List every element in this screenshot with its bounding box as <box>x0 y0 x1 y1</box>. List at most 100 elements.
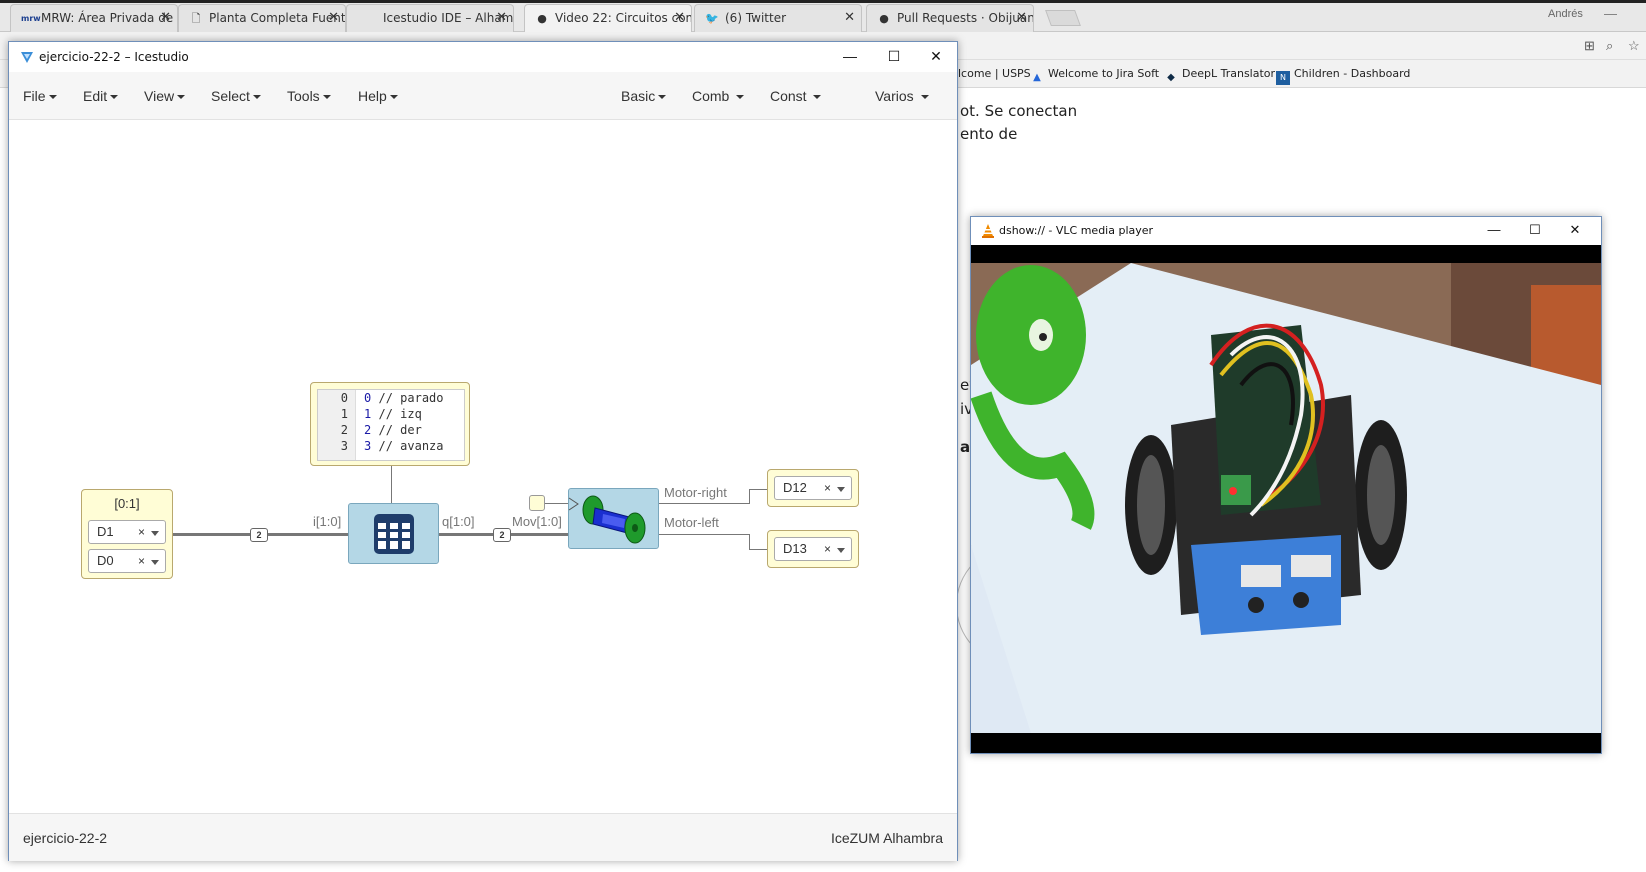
close-tab-icon[interactable]: ✕ <box>160 5 171 31</box>
memory-code-editor[interactable]: 0 0 // parado 1 1 // izq 2 2 // der 3 3 // a… <box>317 389 465 461</box>
code-value: 0 <box>364 391 372 405</box>
close-tab-icon[interactable]: ✕ <box>496 5 507 31</box>
bookmark-jira[interactable]: ▲ Welcome to Jira Soft <box>1030 67 1159 85</box>
port-label-i: i[1:0] <box>313 514 342 529</box>
close-tab-icon[interactable]: ✕ <box>674 5 685 31</box>
wire-motor-right[interactable] <box>659 503 749 504</box>
bookmark-deepl[interactable]: ◆ DeepL Translator <box>1164 67 1275 85</box>
close-tab-icon[interactable]: ✕ <box>328 5 339 31</box>
design-canvas[interactable]: 2 2 [0:1] D1 × D0 × 0 0 // parado 1 1 // i… <box>9 120 957 851</box>
memory-block[interactable]: 0 0 // parado 1 1 // izq 2 2 // der 3 3 // a… <box>310 382 470 466</box>
close-icon[interactable]: ✕ <box>913 42 959 72</box>
vlc-cone-icon <box>982 224 994 238</box>
translate-icon[interactable]: ⊞ <box>1584 38 1595 54</box>
browser-tab[interactable]: mrw MRW: Área Privada de Cl ✕ <box>10 4 178 32</box>
menu-select[interactable]: Select <box>211 88 261 104</box>
menu-file[interactable]: File <box>23 88 57 104</box>
star-icon[interactable]: ☆ <box>1628 38 1640 54</box>
pin-select-d0[interactable]: D0 × <box>88 549 166 573</box>
chevron-down-icon[interactable] <box>837 487 845 492</box>
pin-select-d13[interactable]: D13 × <box>774 537 852 561</box>
pin-label: D0 <box>97 553 114 568</box>
deepl-icon: ◆ <box>1167 72 1175 83</box>
profile-name[interactable]: Andrés <box>1548 8 1583 20</box>
menu-const[interactable]: Const <box>770 88 822 104</box>
menu-help[interactable]: Help <box>358 88 398 104</box>
bus-width-badge: 2 <box>250 528 268 542</box>
close-icon[interactable]: ✕ <box>1555 217 1595 245</box>
browser-tab[interactable]: 🗋 Planta Completa Fuente l ✕ <box>178 4 346 32</box>
bookmark-usps[interactable]: lcome | USPS <box>958 67 1031 80</box>
browser-tab[interactable]: ● Pull Requests · Obijuan/E ✕ <box>866 4 1034 32</box>
motor-block[interactable] <box>568 488 659 549</box>
wire-motor-left[interactable] <box>659 534 749 535</box>
wire-motor-left[interactable] <box>749 549 767 550</box>
wire-motor-left[interactable] <box>749 534 750 550</box>
table-block[interactable] <box>348 503 439 564</box>
menu-label: Const <box>770 88 807 104</box>
clear-icon[interactable]: × <box>824 538 831 560</box>
caret-down-icon <box>110 95 119 99</box>
minimize-icon[interactable]: — <box>1474 217 1514 245</box>
clock-triangle-icon <box>568 497 579 511</box>
window-title: dshow:// - VLC media player <box>999 224 1154 237</box>
pin-select-d12[interactable]: D12 × <box>774 476 852 500</box>
board-name[interactable]: IceZUM Alhambra <box>831 830 943 846</box>
chevron-down-icon[interactable] <box>151 531 159 536</box>
maximize-icon[interactable]: ☐ <box>1515 217 1555 245</box>
close-tab-icon[interactable]: ✕ <box>1016 5 1027 31</box>
memory-wire[interactable] <box>391 464 392 503</box>
pin-label: D12 <box>783 480 807 495</box>
close-tab-icon[interactable]: ✕ <box>844 5 855 31</box>
tab-label: Pull Requests · Obijuan/E <box>897 11 1034 25</box>
clear-icon[interactable]: × <box>824 477 831 499</box>
menu-view[interactable]: View <box>144 88 186 104</box>
vlc-window: dshow:// - VLC media player — ☐ ✕ <box>970 216 1602 754</box>
code-line: 3 3 // avanza <box>318 438 444 454</box>
minimize-icon[interactable]: — <box>1604 6 1617 21</box>
menu-varios[interactable]: Varios <box>875 88 929 104</box>
menu-label: Select <box>211 88 250 104</box>
wire-motor-right[interactable] <box>749 489 750 504</box>
port-label-motor-left: Motor-left <box>664 515 719 530</box>
line-number: 0 <box>340 391 348 405</box>
menu-basic[interactable]: Basic <box>621 88 667 104</box>
wire-motor-right[interactable] <box>749 489 767 490</box>
pin-label: D13 <box>783 541 807 556</box>
minimize-icon[interactable]: — <box>827 42 873 72</box>
maximize-icon[interactable]: ☐ <box>871 42 917 72</box>
icestudio-titlebar[interactable]: ejercicio-22-2 – Icestudio — ☐ ✕ <box>9 42 957 72</box>
menu-label: Varios <box>875 88 914 104</box>
robot-camera-feed <box>971 245 1601 753</box>
icestudio-logo-icon <box>21 52 33 63</box>
clear-icon[interactable]: × <box>138 550 145 572</box>
pin-select-d1[interactable]: D1 × <box>88 520 166 544</box>
caret-down-icon <box>658 95 667 99</box>
new-tab-button[interactable] <box>1045 10 1081 26</box>
output-block-d12[interactable]: D12 × <box>767 469 859 507</box>
chevron-down-icon[interactable] <box>837 548 845 553</box>
code-value: 2 <box>364 423 372 437</box>
chevron-down-icon[interactable] <box>151 560 159 565</box>
browser-tab[interactable]: 🐦 (6) Twitter ✕ <box>694 4 862 32</box>
menu-label: Basic <box>621 88 656 104</box>
browser-tab-active[interactable]: ● Video 22: Circuitos comb ✕ <box>524 4 692 32</box>
line-number: 1 <box>340 407 348 421</box>
output-block-d13[interactable]: D13 × <box>767 530 859 568</box>
bookmark-label: lcome | USPS <box>958 67 1031 80</box>
dashboard-icon: N <box>1276 71 1290 85</box>
browser-tab[interactable]: Icestudio IDE – Alhambra ✕ <box>346 4 514 32</box>
video-frame[interactable] <box>971 245 1601 753</box>
menu-edit[interactable]: Edit <box>83 88 119 104</box>
zoom-icon[interactable]: ⌕ <box>1606 38 1613 54</box>
caret-down-icon <box>920 95 929 99</box>
input-block[interactable]: [0:1] D1 × D0 × <box>81 489 173 579</box>
bookmark-children[interactable]: N Children - Dashboard <box>1276 67 1410 85</box>
menu-tools[interactable]: Tools <box>287 88 331 104</box>
menu-comb[interactable]: Comb <box>692 88 745 104</box>
caret-down-icon <box>736 95 745 99</box>
clear-icon[interactable]: × <box>138 521 145 543</box>
clock-wire[interactable] <box>544 503 569 504</box>
clock-input[interactable] <box>529 495 545 511</box>
vlc-titlebar[interactable]: dshow:// - VLC media player — ☐ ✕ <box>971 217 1601 245</box>
